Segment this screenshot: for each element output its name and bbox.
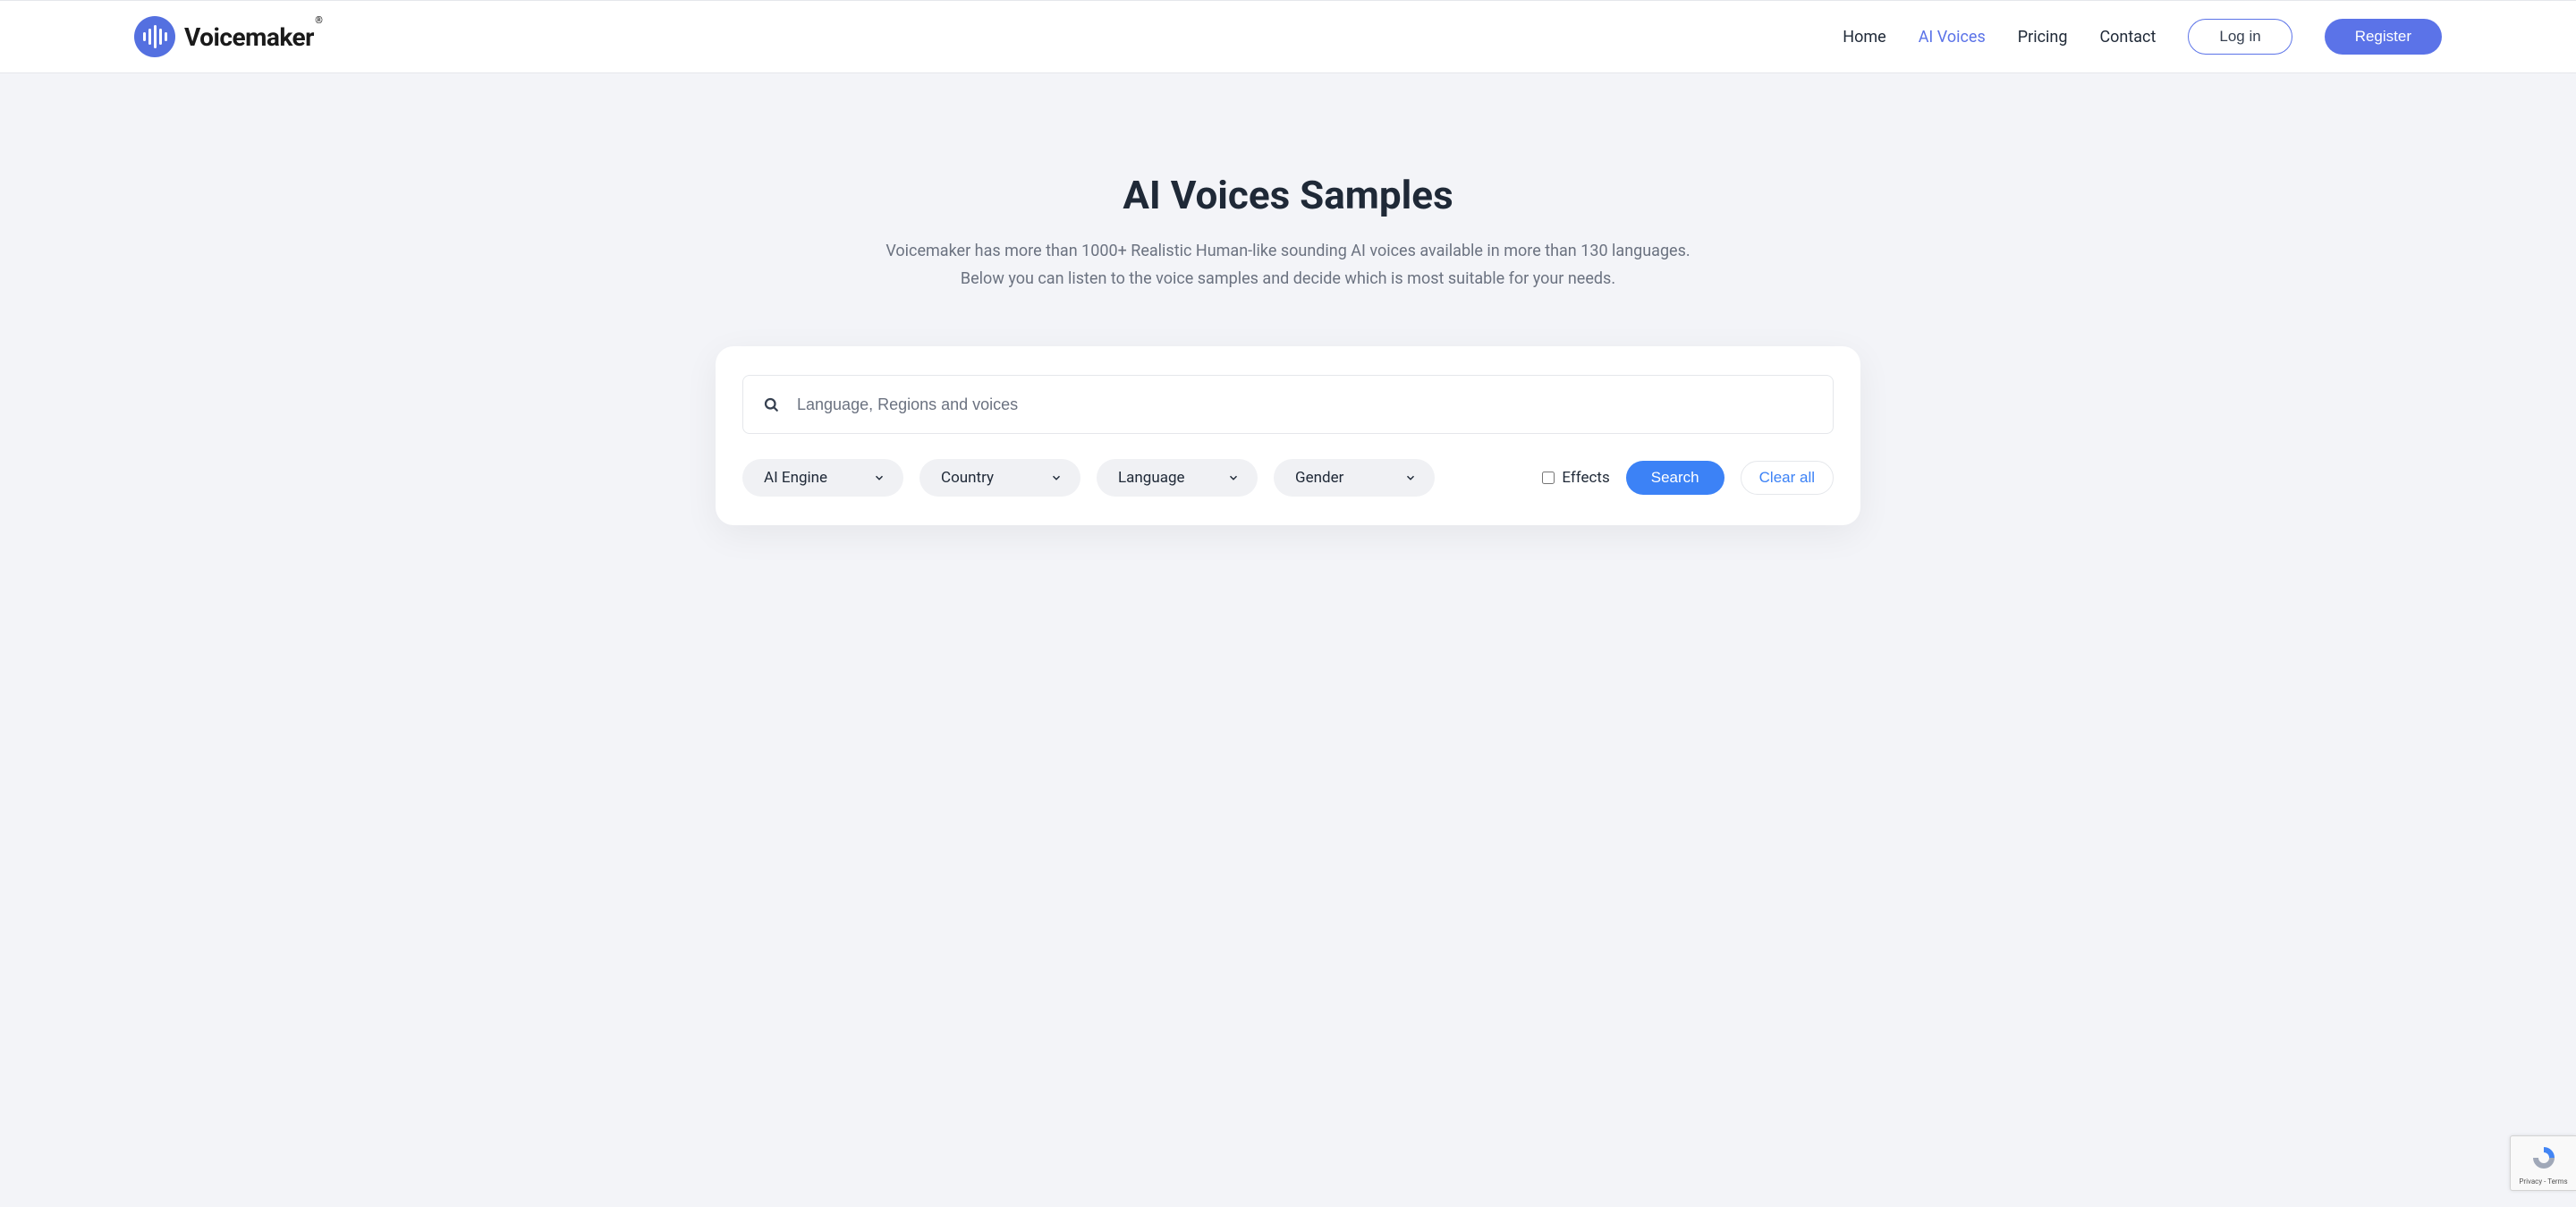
nav-ai-voices[interactable]: AI Voices [1919, 28, 1986, 47]
search-input[interactable] [797, 395, 1813, 414]
register-button[interactable]: Register [2325, 19, 2442, 55]
filters-actions: Effects Search Clear all [1542, 461, 1834, 495]
effects-label: Effects [1562, 469, 1609, 487]
brand-name: Voicemaker [184, 22, 314, 52]
hero-section: AI Voices Samples Voicemaker has more th… [0, 73, 2576, 525]
filters-row: AI Engine Country Language Gender [742, 459, 1834, 497]
clear-all-button[interactable]: Clear all [1741, 461, 1834, 495]
country-label: Country [941, 469, 994, 487]
search-button[interactable]: Search [1626, 461, 1724, 495]
recaptcha-links: Privacy - Terms [2519, 1177, 2567, 1186]
page-title: AI Voices Samples [0, 172, 2576, 218]
language-label: Language [1118, 469, 1185, 487]
gender-label: Gender [1295, 469, 1343, 487]
ai-engine-label: AI Engine [764, 469, 827, 487]
main-nav: Home AI Voices Pricing Contact Log in Re… [1843, 19, 2442, 55]
nav-pricing[interactable]: Pricing [2018, 28, 2068, 47]
search-input-container [742, 375, 1834, 434]
login-button[interactable]: Log in [2188, 19, 2292, 55]
country-dropdown[interactable]: Country [919, 459, 1080, 497]
chevron-down-icon [1227, 472, 1240, 484]
chevron-down-icon [1404, 472, 1417, 484]
hero-description-line1: Voicemaker has more than 1000+ Realistic… [877, 238, 1699, 266]
effects-checkbox[interactable] [1542, 472, 1555, 484]
gender-dropdown[interactable]: Gender [1274, 459, 1435, 497]
search-icon [763, 396, 779, 412]
effects-checkbox-wrap[interactable]: Effects [1542, 469, 1609, 487]
search-card: AI Engine Country Language Gender [716, 346, 1860, 525]
recaptcha-terms[interactable]: Terms [2547, 1177, 2567, 1186]
chevron-down-icon [1050, 472, 1063, 484]
brand-logo[interactable]: Voicemaker ® [134, 16, 314, 57]
nav-contact[interactable]: Contact [2099, 28, 2156, 47]
language-dropdown[interactable]: Language [1097, 459, 1258, 497]
hero-description-line2: Below you can listen to the voice sample… [877, 266, 1699, 293]
recaptcha-badge[interactable]: Privacy - Terms [2510, 1135, 2576, 1191]
recaptcha-icon [2530, 1144, 2557, 1175]
registered-mark: ® [315, 14, 323, 26]
chevron-down-icon [873, 472, 886, 484]
nav-home[interactable]: Home [1843, 28, 1885, 47]
ai-engine-dropdown[interactable]: AI Engine [742, 459, 903, 497]
recaptcha-privacy[interactable]: Privacy [2519, 1177, 2542, 1186]
waveform-icon [134, 16, 175, 57]
main-header: Voicemaker ® Home AI Voices Pricing Cont… [0, 0, 2576, 73]
